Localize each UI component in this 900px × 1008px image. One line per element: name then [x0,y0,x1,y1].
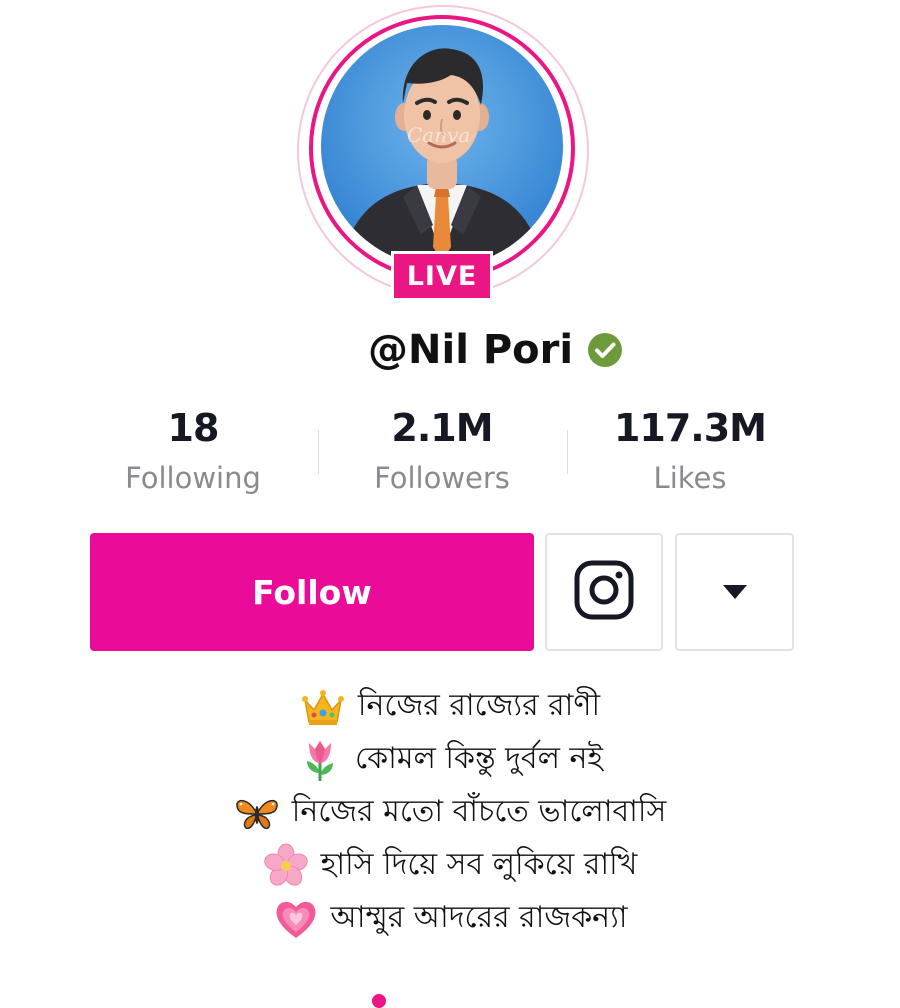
butterfly-icon [234,790,280,836]
more-options-button[interactable] [675,533,794,651]
instagram-button[interactable] [545,533,663,651]
username-row: @Nil Pori [368,322,623,378]
stat-value: 117.3M [613,406,767,450]
bio-text: হাসি দিয়ে সব লুকিয়ে রাখি [320,847,638,882]
bio-text: কোমল কিন্তু দুর্বল নই [354,741,604,776]
follow-button[interactable]: Follow [90,533,534,651]
live-badge[interactable]: LIVE [391,251,493,301]
decorative-dot [372,994,386,1008]
username: @Nil Pori [368,327,574,373]
heart-icon [273,896,319,942]
stat-divider [567,430,568,474]
stat-following[interactable]: 18 Following [83,402,303,500]
bio-text: আম্মুর আদরের রাজকন্যা [330,900,628,935]
stat-value: 18 [167,406,220,450]
bio-text: নিজের মতো বাঁচতে ভালোবাসি [291,794,667,829]
tulip-icon [297,737,343,783]
avatar-watermark: Canva [407,123,471,147]
cherry-blossom-icon [263,843,309,889]
caret-down-icon [722,585,747,599]
bio-text: নিজের রাজ্যের রাণী [357,688,601,723]
stat-label: Following [125,461,261,495]
stat-followers[interactable]: 2.1M Followers [332,402,552,500]
instagram-icon [573,559,635,625]
stat-label: Likes [653,461,727,495]
profile-stats: 18 Following 2.1M Followers 117.3M Likes [68,402,814,502]
bio-line: হাসি দিয়ে সব লুকিয়ে রাখি [0,839,900,892]
stat-likes[interactable]: 117.3M Likes [580,402,800,500]
verified-check-icon [587,332,623,368]
bio-line: নিজের মতো বাঁচতে ভালোবাসি [0,786,900,839]
profile-avatar[interactable]: Canva LIVE [297,5,589,301]
bio-line: আম্মুর আদরের রাজকন্যা [0,892,900,945]
stat-value: 2.1M [391,406,493,450]
bio: নিজের রাজ্যের রাণী কোমল কিন্তু দুর্বল নই [0,680,900,945]
stat-label: Followers [374,461,510,495]
crown-icon [300,684,346,730]
stat-divider [318,430,319,474]
bio-line: কোমল কিন্তু দুর্বল নই [0,733,900,786]
bio-line: নিজের রাজ্যের রাণী [0,680,900,733]
